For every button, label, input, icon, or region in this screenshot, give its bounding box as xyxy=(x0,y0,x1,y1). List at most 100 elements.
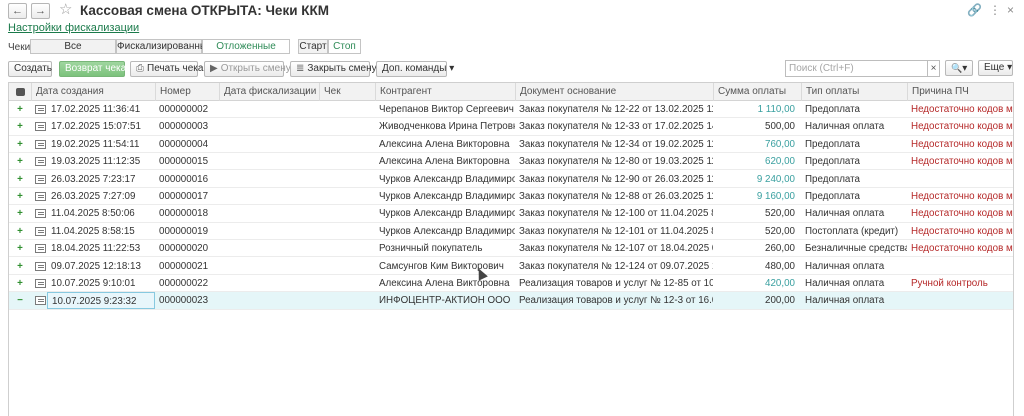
cell-payment-type: Предоплата xyxy=(805,104,860,115)
cell-payment-type: Наличная оплата xyxy=(805,121,885,133)
table-row[interactable]: +11.04.2025 8:50:06 000000018 Чурков Алекс… xyxy=(9,205,1013,223)
cell-base-document: Заказ покупателя № 12-33 от 17.02.2025 1… xyxy=(519,121,713,133)
cell-counterparty: Чурков Александр Владимирови... xyxy=(379,173,515,185)
checks-table: Дата создания Номер Дата фискализации ↓ … xyxy=(8,82,1014,416)
cell-payment-amount: 260,00 xyxy=(765,243,795,255)
table-row[interactable]: +26.03.2025 7:23:17 000000016 Чурков Алекс… xyxy=(9,171,1013,188)
cell-counterparty: Самсунгов Ким Викторович xyxy=(379,260,504,272)
cell-payment-amount: 200,00 xyxy=(765,295,795,307)
column-number[interactable]: Номер xyxy=(155,83,219,101)
cell-fiscal-date xyxy=(219,118,319,135)
cell-deferred-reason xyxy=(907,292,1013,309)
table-row[interactable]: +26.03.2025 7:27:09 000000017 Чурков Алекс… xyxy=(9,188,1013,206)
cell-check xyxy=(319,223,375,240)
search-options-button[interactable]: 🔍▾ xyxy=(945,60,973,76)
column-payment-type[interactable]: Тип оплаты xyxy=(801,83,907,101)
check-document-icon xyxy=(35,157,46,167)
cell-base-document: Заказ покупателя № 12-124 от 09.07.2025 … xyxy=(519,260,713,272)
table-row[interactable]: +18.04.2025 11:22:53 000000020 Розничный п… xyxy=(9,240,1013,258)
cell-check xyxy=(319,240,375,257)
extra-commands-label: Доп. команды xyxy=(382,63,447,74)
table-row[interactable]: +11.04.2025 8:58:15 000000019 Чурков Алекс… xyxy=(9,223,1013,241)
check-document-icon xyxy=(35,174,46,184)
cell-payment-amount: 520,00 xyxy=(765,225,795,237)
cell-counterparty: Алексина Алена Викторовна xyxy=(379,138,510,150)
cell-base-document: Заказ покупателя № 12-101 от 11.04.2025 … xyxy=(519,225,713,237)
cell-counterparty: Алексина Алена Викторовна xyxy=(379,156,510,168)
more-button[interactable]: Еще ▾ xyxy=(978,60,1013,76)
table-row[interactable]: +17.02.2025 11:36:41 000000002 Черепанов В… xyxy=(9,101,1013,119)
cell-fiscal-date xyxy=(219,292,319,309)
cell-check xyxy=(319,292,375,309)
cell-check xyxy=(319,275,375,292)
check-document-icon xyxy=(35,139,46,149)
cell-number: 000000020 xyxy=(159,243,209,255)
open-shift-button[interactable]: ▶ Открыть смену xyxy=(204,61,291,77)
filter-deferred[interactable]: Отложенные xyxy=(202,39,290,54)
cell-payment-amount: 760,00 xyxy=(765,138,795,150)
filter-fiscalized[interactable]: Фискализированные xyxy=(116,39,213,54)
cell-check xyxy=(319,153,375,170)
check-document-icon xyxy=(35,244,46,254)
cell-counterparty: Алексина Алена Викторовна xyxy=(379,278,510,289)
column-fiscal-date[interactable]: Дата фискализации ↓ xyxy=(219,83,319,101)
favorite-star-icon[interactable]: ☆ xyxy=(59,1,72,19)
play-icon: ▶ xyxy=(210,63,218,74)
table-row[interactable]: − 10.07.2025 9:23:32 000000023 ИНФОЦЕНТР-АК… xyxy=(9,292,1013,310)
table-row[interactable]: +19.03.2025 11:12:35 000000015 Алексина Ал… xyxy=(9,153,1013,171)
close-shift-label: Закрыть смену xyxy=(307,63,377,74)
cell-date-created: 19.02.2025 11:54:11 xyxy=(51,138,140,150)
extra-commands-button[interactable]: Доп. команды ▾ xyxy=(376,61,454,77)
return-check-button[interactable]: Возврат чека xyxy=(59,61,126,77)
filter-all[interactable]: Все xyxy=(30,39,116,54)
column-fiscal-date-label: Дата фискализации xyxy=(224,86,317,97)
cell-base-document: Заказ покупателя № 12-100 от 11.04.2025 … xyxy=(519,208,713,220)
cell-deferred-reason: Недостаточно кодов мар... xyxy=(911,208,1013,220)
cell-base-document: Заказ покупателя № 12-80 от 19.03.2025 1… xyxy=(519,156,713,168)
create-button[interactable]: Создать xyxy=(8,61,52,77)
link-icon[interactable]: 🔗 xyxy=(967,3,982,17)
back-button[interactable]: ← xyxy=(8,3,27,19)
shift-stop-button[interactable]: Стоп xyxy=(328,39,361,54)
shift-start-button[interactable]: Старт xyxy=(298,39,328,54)
cell-date-created: 26.03.2025 7:27:09 xyxy=(51,191,136,202)
cell-payment-amount: 420,00 xyxy=(765,278,795,289)
row-status-mark: + xyxy=(17,278,23,289)
cell-deferred-reason: Недостаточно кодов мар... xyxy=(911,121,1013,133)
column-status-icon[interactable] xyxy=(9,83,31,101)
cell-payment-type: Безналичные средства xyxy=(805,243,907,255)
column-payment-amount[interactable]: Сумма оплаты xyxy=(713,83,801,101)
column-check[interactable]: Чек xyxy=(319,83,375,101)
close-icon[interactable]: × xyxy=(1007,3,1014,17)
fiscal-settings-link[interactable]: Настройки фискализации xyxy=(8,22,139,34)
more-menu-icon[interactable]: ⋮ xyxy=(989,3,1001,17)
column-counterparty[interactable]: Контрагент xyxy=(375,83,515,101)
print-check-button[interactable]: ⎙ Печать чека xyxy=(130,61,203,77)
search-input[interactable]: Поиск (Ctrl+F) xyxy=(785,60,928,77)
cell-date-created: 17.02.2025 11:36:41 xyxy=(51,104,141,115)
check-document-icon xyxy=(35,122,46,132)
more-label: Еще xyxy=(984,62,1005,73)
column-base-document[interactable]: Документ основание xyxy=(515,83,713,101)
cell-date-created: 19.03.2025 11:12:35 xyxy=(51,156,141,168)
close-shift-button[interactable]: ≣ Закрыть смену xyxy=(290,61,377,77)
forward-button[interactable]: → xyxy=(31,3,50,19)
page-title: Кассовая смена ОТКРЫТА: Чеки ККМ xyxy=(80,3,329,18)
cell-fiscal-date xyxy=(219,188,319,205)
cell-counterparty: ИНФОЦЕНТР-АКТИОН ООО xyxy=(379,295,511,307)
row-status-mark: + xyxy=(17,191,23,202)
table-row[interactable]: +09.07.2025 12:18:13 000000021 Самсунгов К… xyxy=(9,258,1013,275)
column-date-created[interactable]: Дата создания xyxy=(31,83,155,101)
table-row[interactable]: +19.02.2025 11:54:11 000000004 Алексина Ал… xyxy=(9,136,1013,154)
cell-number: 000000018 xyxy=(159,208,209,220)
cell-payment-amount: 1 110,00 xyxy=(757,104,795,115)
table-row[interactable]: +10.07.2025 9:10:01 000000022 Алексина Але… xyxy=(9,275,1013,293)
cell-payment-amount: 9 240,00 xyxy=(756,173,795,185)
column-deferred-reason[interactable]: Причина ПЧ xyxy=(907,83,1013,101)
row-status-mark: + xyxy=(17,156,23,168)
cell-date-created: 11.04.2025 8:50:06 xyxy=(51,208,135,220)
cell-date-created: 10.07.2025 9:10:01 xyxy=(51,278,136,289)
cell-fiscal-date xyxy=(219,223,319,240)
search-clear-icon[interactable]: × xyxy=(928,60,940,77)
table-row[interactable]: +17.02.2025 15:07:51 000000003 Живодченков… xyxy=(9,118,1013,136)
